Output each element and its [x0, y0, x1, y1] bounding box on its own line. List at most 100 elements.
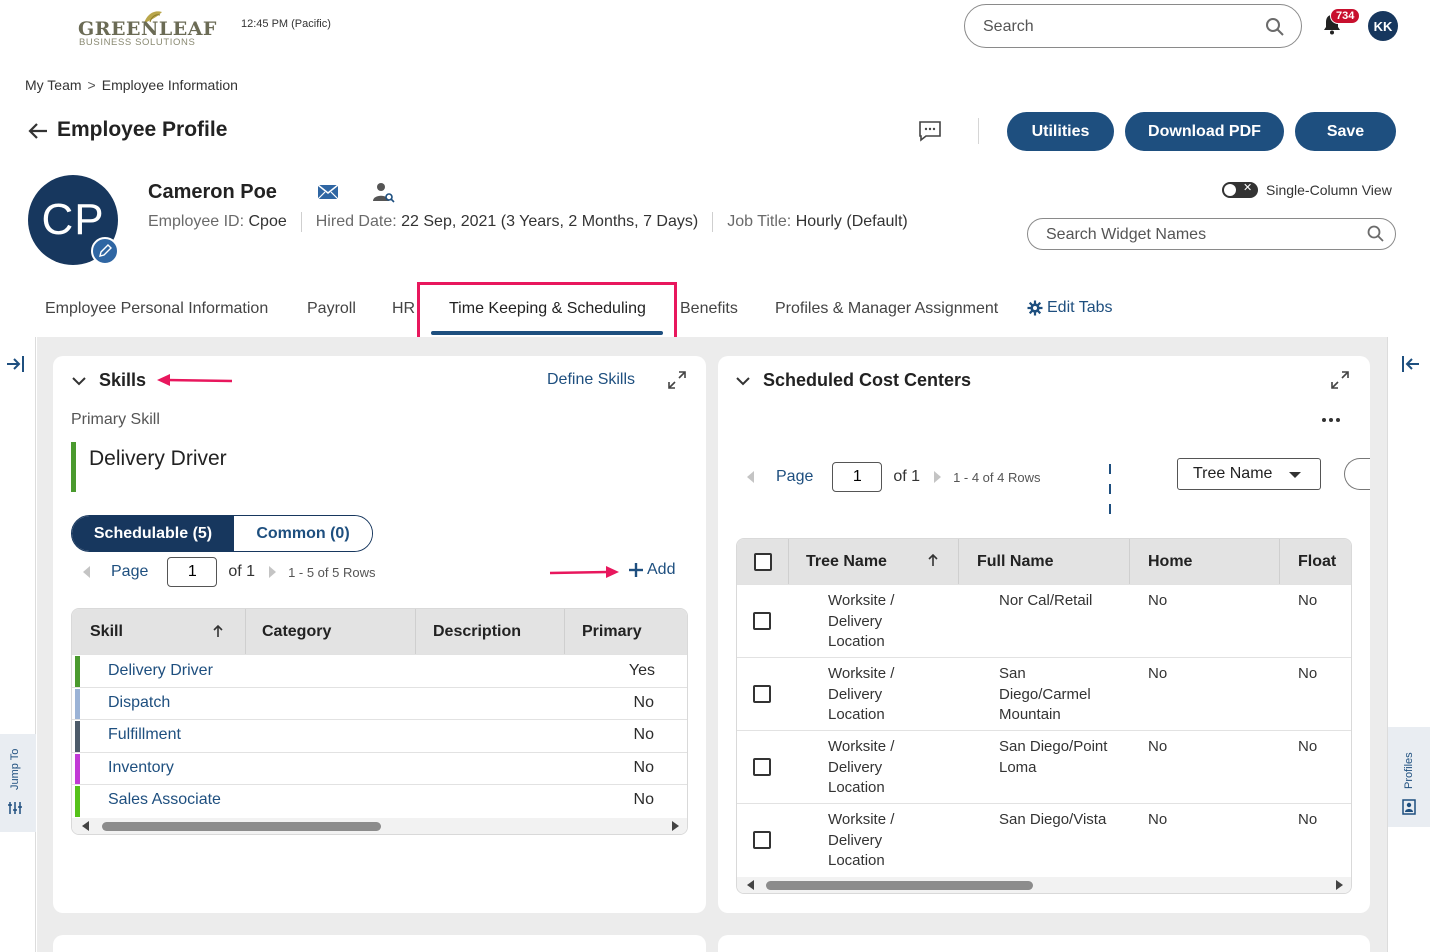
primary-value: No [633, 759, 654, 776]
scrollbar-thumb[interactable] [766, 881, 1033, 890]
utilities-button[interactable]: Utilities [1007, 112, 1114, 151]
meta-divider [300, 212, 302, 232]
collapse-panel-icon[interactable] [1400, 355, 1420, 373]
scroll-left-arrow[interactable] [82, 821, 89, 831]
primary-skill-color-bar [71, 442, 76, 492]
expand-icon[interactable] [667, 370, 687, 390]
job-title-label: Job Title: [727, 213, 792, 230]
search-icon[interactable] [1265, 17, 1285, 37]
tab-payroll[interactable]: Payroll [307, 300, 356, 318]
add-skill-button[interactable]: Add [628, 561, 675, 579]
jump-to-label: Jump To [9, 748, 21, 790]
next-page-arrow[interactable] [934, 471, 942, 483]
user-avatar[interactable]: KK [1368, 11, 1398, 41]
single-column-label: Single-Column View [1266, 182, 1392, 198]
page-number-input[interactable] [832, 462, 883, 492]
page-number-input[interactable] [167, 557, 218, 587]
table-row[interactable]: Worksite / Delivery Location San Diego/V… [737, 803, 1351, 876]
skill-name-link[interactable]: Sales Associate [108, 791, 221, 809]
scrollbar-thumb[interactable] [102, 822, 381, 831]
column-header-description[interactable]: Description [416, 609, 565, 654]
table-row[interactable]: Delivery Driver Yes [72, 654, 687, 687]
download-pdf-button[interactable]: Download PDF [1125, 112, 1284, 151]
sort-ascending-icon[interactable] [928, 554, 938, 566]
table-row[interactable]: Worksite / Delivery Location San Diego/P… [737, 730, 1351, 803]
chevron-down-icon[interactable] [72, 376, 86, 386]
primary-skill-label: Primary Skill [71, 411, 160, 428]
column-header-skill[interactable]: Skill [72, 609, 246, 654]
jump-to-tab[interactable]: Jump To [0, 734, 36, 832]
column-header-tree-name[interactable]: Tree Name [789, 539, 959, 584]
widget-search[interactable] [1027, 218, 1396, 250]
row-checkbox[interactable] [753, 758, 771, 776]
common-segment[interactable]: Common (0) [234, 516, 372, 551]
schedulable-segment[interactable]: Schedulable (5) [72, 516, 234, 551]
scroll-right-arrow[interactable] [1336, 880, 1343, 890]
skill-name-link[interactable]: Fulfillment [108, 726, 181, 744]
column-chooser-icon[interactable] [1108, 464, 1112, 516]
save-button[interactable]: Save [1295, 112, 1396, 151]
edit-photo-button[interactable] [91, 237, 119, 265]
global-search-input[interactable] [983, 16, 1253, 38]
cost-centers-table: Tree Name Full Name Home Float Worksite … [736, 538, 1352, 894]
previous-page-arrow[interactable] [83, 566, 90, 578]
top-bar: GREENLEAF BUSINESS SOLUTIONS 12:45 PM (P… [0, 0, 1430, 56]
cost-centers-pager: Page of 1 1 - 4 of 4 Rows [747, 462, 1041, 492]
edit-tabs-button[interactable]: Edit Tabs [1027, 299, 1113, 317]
scroll-right-arrow[interactable] [672, 821, 679, 831]
view-toggle-partial[interactable] [1344, 458, 1370, 490]
row-checkbox[interactable] [753, 612, 771, 630]
tab-employee-personal-information[interactable]: Employee Personal Information [45, 300, 268, 318]
column-header-primary[interactable]: Primary [565, 609, 687, 654]
expand-icon[interactable] [1330, 370, 1350, 390]
row-checkbox[interactable] [753, 685, 771, 703]
column-header-label: Category [262, 622, 332, 640]
table-row[interactable]: Sales Associate No [72, 784, 687, 817]
define-skills-link[interactable]: Define Skills [547, 371, 635, 389]
search-icon[interactable] [1367, 225, 1385, 243]
back-arrow-icon[interactable] [27, 120, 49, 142]
scroll-left-arrow[interactable] [747, 880, 754, 890]
select-all-checkbox[interactable] [753, 552, 772, 571]
table-row[interactable]: Worksite / Delivery Location San Diego/C… [737, 657, 1351, 730]
widget-search-input[interactable] [1046, 225, 1356, 245]
global-search[interactable] [964, 4, 1302, 48]
add-label: Add [647, 561, 676, 578]
expand-panel-icon[interactable] [6, 355, 26, 373]
chevron-down-icon[interactable] [736, 376, 750, 386]
table-row[interactable]: Fulfillment No [72, 719, 687, 752]
previous-page-arrow[interactable] [747, 471, 754, 483]
tab-benefits[interactable]: Benefits [680, 300, 738, 318]
skills-title: Skills [99, 370, 147, 390]
more-options-icon[interactable] [1322, 418, 1340, 422]
tab-profiles-manager-assignment[interactable]: Profiles & Manager Assignment [775, 300, 998, 318]
row-checkbox[interactable] [753, 831, 771, 849]
next-page-arrow[interactable] [269, 566, 277, 578]
skill-name-link[interactable]: Inventory [108, 759, 174, 777]
breadcrumb-item-my-team[interactable]: My Team [25, 77, 82, 93]
skill-name-link[interactable]: Delivery Driver [108, 662, 213, 680]
table-row[interactable]: Inventory No [72, 752, 687, 784]
email-icon[interactable] [317, 184, 339, 200]
sort-ascending-icon[interactable] [213, 625, 223, 637]
home-cell: No [1148, 665, 1168, 682]
tree-name-select[interactable]: Tree Name [1177, 458, 1321, 490]
tab-hr[interactable]: HR [392, 300, 415, 318]
skill-name-link[interactable]: Dispatch [108, 694, 170, 712]
comment-icon[interactable] [918, 120, 942, 142]
column-header-home[interactable]: Home [1130, 539, 1280, 584]
primary-skill-value: Delivery Driver [89, 447, 227, 470]
single-column-toggle[interactable]: ✕ [1222, 182, 1258, 198]
table-row[interactable]: Worksite / Delivery Location Nor Cal/Ret… [737, 584, 1351, 657]
horizontal-scrollbar[interactable] [737, 877, 1351, 893]
column-header-category[interactable]: Category [246, 609, 416, 654]
company-logo[interactable]: GREENLEAF BUSINESS SOLUTIONS [78, 10, 218, 48]
skills-type-toggle: Schedulable (5) Common (0) [71, 515, 373, 552]
person-link-icon[interactable] [372, 181, 396, 203]
profiles-tab[interactable]: Profiles [1388, 727, 1430, 827]
table-row[interactable]: Dispatch No [72, 687, 687, 719]
horizontal-scrollbar[interactable] [72, 818, 687, 834]
caret-down-icon [1289, 472, 1301, 478]
column-header-float[interactable]: Float [1280, 539, 1351, 584]
column-header-full-name[interactable]: Full Name [959, 539, 1130, 584]
